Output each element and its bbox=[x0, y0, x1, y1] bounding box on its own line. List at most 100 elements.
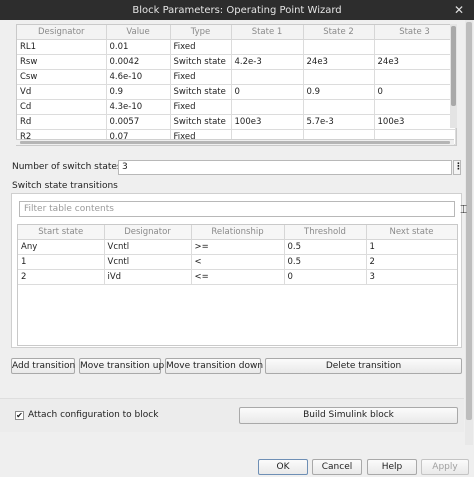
table-cell[interactable]: Switch state bbox=[170, 114, 232, 130]
column-header[interactable]: Threshold bbox=[284, 225, 367, 240]
move-transition-down-button[interactable]: Move transition down bbox=[165, 358, 263, 374]
ok-button[interactable]: OK bbox=[258, 459, 308, 475]
table-cell[interactable]: Switch state bbox=[170, 84, 232, 100]
table-cell[interactable] bbox=[303, 69, 375, 85]
table-cell[interactable]: 0.5 bbox=[284, 254, 367, 270]
table-cell[interactable]: Fixed bbox=[170, 69, 232, 85]
table-cell[interactable]: Csw bbox=[17, 69, 107, 85]
column-header[interactable]: State 2 bbox=[303, 25, 375, 40]
table-cell[interactable] bbox=[374, 99, 456, 115]
filter-input[interactable]: Filter table contents bbox=[19, 201, 455, 217]
parameters-table: Designator Value Type State 1 State 2 St… bbox=[17, 25, 456, 145]
switch-states-menu-icon[interactable]: ⋮ bbox=[453, 160, 463, 175]
column-header[interactable]: Relationship bbox=[191, 225, 285, 240]
table-cell[interactable] bbox=[374, 69, 456, 85]
table-cell[interactable] bbox=[231, 69, 304, 85]
column-header[interactable]: Next state bbox=[366, 225, 457, 240]
table-cell[interactable]: RL1 bbox=[17, 39, 107, 55]
table-cell[interactable]: 24e3 bbox=[374, 54, 456, 70]
switch-states-input[interactable]: 3 bbox=[118, 160, 452, 175]
table-cell[interactable]: Rsw bbox=[17, 54, 107, 70]
table-cell[interactable]: Cd bbox=[17, 99, 107, 115]
table-cell[interactable]: Vd bbox=[17, 84, 107, 100]
table-cell[interactable]: Fixed bbox=[170, 39, 232, 55]
dialog-scrollbar[interactable] bbox=[465, 20, 473, 445]
table-cell[interactable]: 0 bbox=[231, 84, 304, 100]
parameters-table-vscroll-thumb[interactable] bbox=[451, 26, 456, 106]
table-row[interactable]: RL1 0.01 Fixed bbox=[17, 39, 456, 55]
table-cell[interactable]: 1 bbox=[18, 254, 105, 270]
table-row[interactable]: 1 Vcntl <0.5 2 bbox=[18, 254, 457, 270]
table-cell[interactable]: 4.6e-10 bbox=[106, 69, 171, 85]
table-cell[interactable] bbox=[231, 99, 304, 115]
table-cell[interactable]: < bbox=[191, 254, 285, 270]
table-row[interactable]: Vd 0.9 Switch state 0 0.9 0 bbox=[17, 84, 456, 100]
column-header[interactable]: Designator bbox=[17, 25, 107, 40]
column-header[interactable]: Value bbox=[106, 25, 171, 40]
table-cell[interactable]: 2 bbox=[18, 269, 105, 285]
table-cell[interactable]: 3 bbox=[366, 269, 457, 285]
help-button[interactable]: Help bbox=[367, 459, 417, 475]
text-cursor-icon: ⌶ bbox=[460, 202, 468, 216]
build-simulink-block-button[interactable]: Build Simulink block bbox=[239, 407, 458, 424]
table-row[interactable]: Rd 0.0057 Switch state 100e3 5.7e-3 100e3 bbox=[17, 114, 456, 130]
table-cell[interactable]: 4.2e-3 bbox=[231, 54, 304, 70]
table-cell[interactable]: iVd bbox=[104, 269, 192, 285]
table-cell[interactable] bbox=[374, 39, 456, 55]
table-cell[interactable]: Fixed bbox=[170, 99, 232, 115]
table-cell[interactable]: 4.3e-10 bbox=[106, 99, 171, 115]
attach-configuration-checkbox[interactable]: ✔ bbox=[15, 411, 24, 420]
table-row[interactable]: Rsw 0.0042 Switch state 4.2e-3 24e3 24e3 bbox=[17, 54, 456, 70]
table-cell[interactable]: 1 bbox=[366, 239, 457, 255]
transitions-table-container: Start state Designator Relationship Thre… bbox=[17, 224, 458, 346]
table-cell[interactable]: 0.9 bbox=[303, 84, 375, 100]
apply-button[interactable]: Apply bbox=[421, 459, 469, 475]
table-cell[interactable]: 2 bbox=[366, 254, 457, 270]
column-header[interactable]: State 3 bbox=[374, 25, 456, 40]
table-cell[interactable]: 5.7e-3 bbox=[303, 114, 375, 130]
table-cell[interactable]: 0.5 bbox=[284, 239, 367, 255]
table-row[interactable]: Csw 4.6e-10 Fixed bbox=[17, 69, 456, 85]
move-transition-up-button[interactable]: Move transition up bbox=[79, 358, 164, 374]
parameters-table-header: Designator Value Type State 1 State 2 St… bbox=[17, 25, 456, 40]
table-cell[interactable]: Any bbox=[18, 239, 105, 255]
table-row[interactable]: Any Vcntl >= 0.5 1 bbox=[18, 239, 457, 255]
table-cell[interactable]: 0 bbox=[374, 84, 456, 100]
column-header[interactable]: Designator bbox=[104, 225, 192, 240]
table-cell[interactable]: 0.9 bbox=[106, 84, 171, 100]
transitions-section-label: Switch state transitions bbox=[12, 181, 118, 191]
table-cell[interactable]: Rd bbox=[17, 114, 107, 130]
table-cell[interactable]: Switch state bbox=[170, 54, 232, 70]
parameters-table-hscroll[interactable] bbox=[16, 139, 454, 145]
table-cell[interactable]: 0.0057 bbox=[106, 114, 171, 130]
dialog-scrollbar-thumb[interactable] bbox=[466, 22, 472, 420]
table-cell[interactable]: 0 bbox=[284, 269, 367, 285]
column-header[interactable]: Start state bbox=[18, 225, 105, 240]
add-transition-button[interactable]: Add transition bbox=[11, 358, 75, 374]
table-row[interactable]: 2 iVd <= 0 3 bbox=[18, 269, 457, 285]
table-cell[interactable]: 100e3 bbox=[374, 114, 456, 130]
table-cell[interactable]: 0.0042 bbox=[106, 54, 171, 70]
table-cell[interactable]: 0.01 bbox=[106, 39, 171, 55]
close-icon[interactable]: ✕ bbox=[452, 3, 466, 17]
table-cell[interactable]: >= bbox=[191, 239, 285, 255]
cancel-button[interactable]: Cancel bbox=[312, 459, 362, 475]
delete-transition-button[interactable]: Delete transition bbox=[265, 358, 462, 374]
table-row[interactable]: Cd 4.3e-10 Fixed bbox=[17, 99, 456, 115]
parameters-table-vscroll[interactable] bbox=[450, 24, 457, 128]
column-header[interactable]: Type bbox=[170, 25, 232, 40]
window-title: Block Parameters: Operating Point Wizard bbox=[132, 4, 342, 16]
parameters-table-hscroll-thumb[interactable] bbox=[20, 141, 450, 144]
table-cell[interactable] bbox=[231, 39, 304, 55]
switch-states-label: Number of switch states bbox=[12, 162, 122, 172]
table-cell[interactable]: Vcntl bbox=[104, 254, 192, 270]
parameters-table-container: Designator Value Type State 1 State 2 St… bbox=[16, 24, 457, 146]
table-cell[interactable]: 24e3 bbox=[303, 54, 375, 70]
column-header[interactable]: State 1 bbox=[231, 25, 304, 40]
table-cell[interactable]: <= bbox=[191, 269, 285, 285]
table-cell[interactable]: 100e3 bbox=[231, 114, 304, 130]
table-cell[interactable]: Vcntl bbox=[104, 239, 192, 255]
transitions-table-header: Start state Designator Relationship Thre… bbox=[18, 225, 457, 240]
table-cell[interactable] bbox=[303, 99, 375, 115]
table-cell[interactable] bbox=[303, 39, 375, 55]
